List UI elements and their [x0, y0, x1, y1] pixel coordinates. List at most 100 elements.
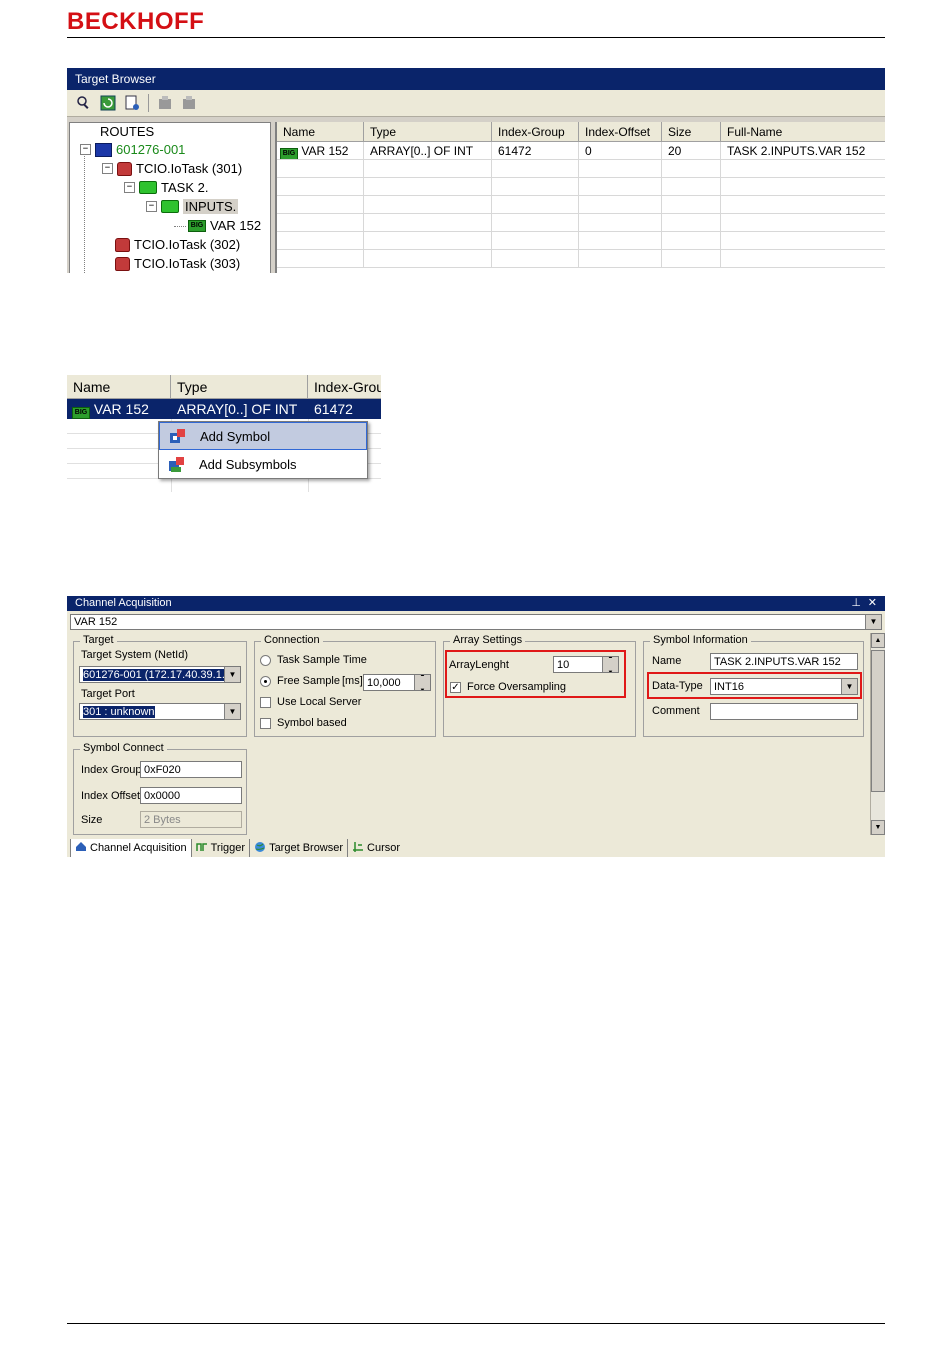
vertical-scrollbar[interactable]: ▲ ▼	[870, 633, 885, 835]
cell-name: BIG VAR 152	[67, 399, 171, 419]
free-sample-radio[interactable]	[260, 676, 271, 687]
group-title: Connection	[261, 634, 323, 646]
task-sample-label: Task Sample Time	[277, 654, 367, 666]
table-row	[277, 196, 885, 214]
collapse-icon[interactable]: −	[102, 163, 113, 174]
task-sample-radio[interactable]	[260, 655, 271, 666]
cursor-icon	[352, 841, 364, 856]
collapse-icon[interactable]: −	[124, 182, 135, 193]
tree-task-303[interactable]: TCIO.IoTask (303)	[115, 256, 240, 271]
collapse-icon[interactable]: −	[146, 201, 157, 212]
add-subsymbols-icon	[165, 455, 187, 473]
tree-task-2[interactable]: − TASK 2.	[124, 180, 208, 195]
use-local-server-checkbox[interactable]	[260, 697, 271, 708]
pin-icon[interactable]: ⊥	[851, 596, 861, 611]
close-icon[interactable]: ✕	[868, 596, 877, 611]
col-index-group[interactable]: Index-Grou	[308, 375, 381, 399]
table-row[interactable]: BIG VAR 152 ARRAY[0..] OF INT 61472 0 20…	[277, 142, 885, 160]
footer-rule	[67, 1323, 885, 1324]
free-sample-spinner[interactable]: 10,000 ▲ ▼	[363, 674, 431, 691]
chevron-down-icon[interactable]: ▼	[224, 704, 240, 719]
menu-item-add-subsymbols[interactable]: Add Subsymbols	[159, 450, 367, 478]
combo-value: 301 : unknown	[83, 706, 155, 718]
target-system-label: Target System (NetId)	[81, 649, 188, 661]
spinner-arrows-icon[interactable]: ▲ ▼	[414, 675, 430, 690]
col-size[interactable]: Size	[662, 122, 721, 142]
trigger-icon	[195, 841, 208, 855]
collapse-icon[interactable]: −	[80, 144, 91, 155]
scroll-down-icon[interactable]: ▼	[871, 820, 885, 835]
tree-label: TCIO.IoTask (301)	[136, 161, 243, 176]
cell-size: 20	[662, 142, 721, 160]
scroll-up-icon[interactable]: ▲	[871, 633, 885, 648]
col-index-offset[interactable]: Index-Offset	[579, 122, 662, 142]
chevron-down-icon[interactable]: ▼	[865, 615, 881, 629]
index-offset-label: Index Offset	[81, 790, 141, 802]
find-icon[interactable]	[73, 93, 95, 113]
group-title: Target	[80, 634, 117, 646]
cell-index-group: 61472	[314, 401, 353, 417]
tab-channel-acquisition[interactable]: Channel Acquisition	[70, 838, 192, 857]
target-browser-title: Target Browser	[67, 68, 885, 90]
col-index-group[interactable]: Index-Group	[492, 122, 579, 142]
highlight-datatype	[647, 672, 862, 699]
table-row	[277, 178, 885, 196]
channel-selector[interactable]: VAR 152 ▼	[70, 614, 882, 630]
index-offset-field[interactable]: 0x0000	[140, 787, 242, 804]
menu-item-add-symbol[interactable]: Add Symbol	[159, 422, 367, 450]
scroll-thumb[interactable]	[871, 650, 885, 792]
cell-text: VAR 152	[301, 144, 349, 158]
selector-value: VAR 152	[74, 616, 118, 628]
tree-task-301[interactable]: − TCIO.IoTask (301)	[102, 161, 242, 176]
cell-type: ARRAY[0..] OF INT	[364, 142, 492, 160]
index-group-field[interactable]: 0xF020	[140, 761, 242, 778]
target-browser-toolbar	[67, 90, 885, 117]
comment-field[interactable]	[710, 703, 858, 720]
tab-trigger[interactable]: Trigger	[192, 839, 251, 857]
table-row	[277, 232, 885, 250]
chevron-down-icon[interactable]: ▼	[224, 667, 240, 682]
col-name[interactable]: Name	[277, 122, 364, 142]
index-group-label: Index Group	[81, 764, 142, 776]
spinner-value: 10,000	[367, 677, 401, 689]
cell-index-offset: 0	[579, 142, 662, 160]
symbol-based-checkbox[interactable]	[260, 718, 271, 729]
target-port-combo[interactable]: 301 : unknown ▼	[79, 703, 241, 720]
context-menu-screenshot: Name Type Index-Grou BIG VAR 152 ARRAY[0…	[67, 375, 381, 492]
ms-unit-label: [ms]	[342, 675, 363, 687]
title-text: Channel Acquisition	[75, 597, 172, 609]
tab-label: Trigger	[210, 842, 246, 854]
page-icon[interactable]	[121, 93, 143, 113]
target-system-combo[interactable]: 601276-001 (172.17.40.39.1.1) ▼	[79, 666, 241, 683]
free-sample-label: Free Sample	[277, 675, 340, 687]
tree-label: TASK 2.	[161, 180, 209, 195]
tree-task-302[interactable]: TCIO.IoTask (302)	[115, 237, 240, 252]
selected-row[interactable]: BIG VAR 152 ARRAY[0..] OF INT 61472	[67, 399, 381, 419]
size-field: 2 Bytes	[140, 811, 242, 828]
tree-routes[interactable]: ROUTES	[100, 124, 154, 139]
col-full-name[interactable]: Full-Name	[721, 122, 885, 142]
col-name[interactable]: Name	[67, 375, 171, 399]
group-title: Array Settings	[450, 634, 526, 646]
cell-name: BIG VAR 152	[277, 142, 364, 160]
target-port-label: Target Port	[81, 688, 135, 700]
tree-inputs[interactable]: − INPUTS.	[146, 199, 239, 214]
cell-text: VAR 152	[93, 401, 149, 417]
tab-label: Cursor	[367, 842, 401, 854]
tree-device[interactable]: − 601276-001	[80, 142, 185, 157]
menu-label: Add Symbol	[200, 428, 271, 444]
add-symbol-icon[interactable]	[154, 93, 176, 113]
col-type[interactable]: Type	[171, 375, 308, 399]
tab-label: Target Browser	[269, 842, 344, 854]
use-local-server-label: Use Local Server	[277, 696, 362, 708]
add-subsymbols-icon[interactable]	[178, 93, 200, 113]
tree-var-152[interactable]: BIG VAR 152	[188, 218, 261, 233]
size-label: Size	[81, 814, 103, 826]
table-row	[277, 250, 885, 268]
tab-target-browser[interactable]: Target Browser	[250, 839, 349, 857]
target-browser-window: Target Browser ROUTES − 601276-001 − TCI…	[67, 68, 885, 273]
tab-cursor[interactable]: Cursor	[348, 839, 404, 857]
refresh-icon[interactable]	[97, 93, 119, 113]
symbol-name-field[interactable]: TASK 2.INPUTS.VAR 152	[710, 653, 858, 670]
col-type[interactable]: Type	[364, 122, 492, 142]
